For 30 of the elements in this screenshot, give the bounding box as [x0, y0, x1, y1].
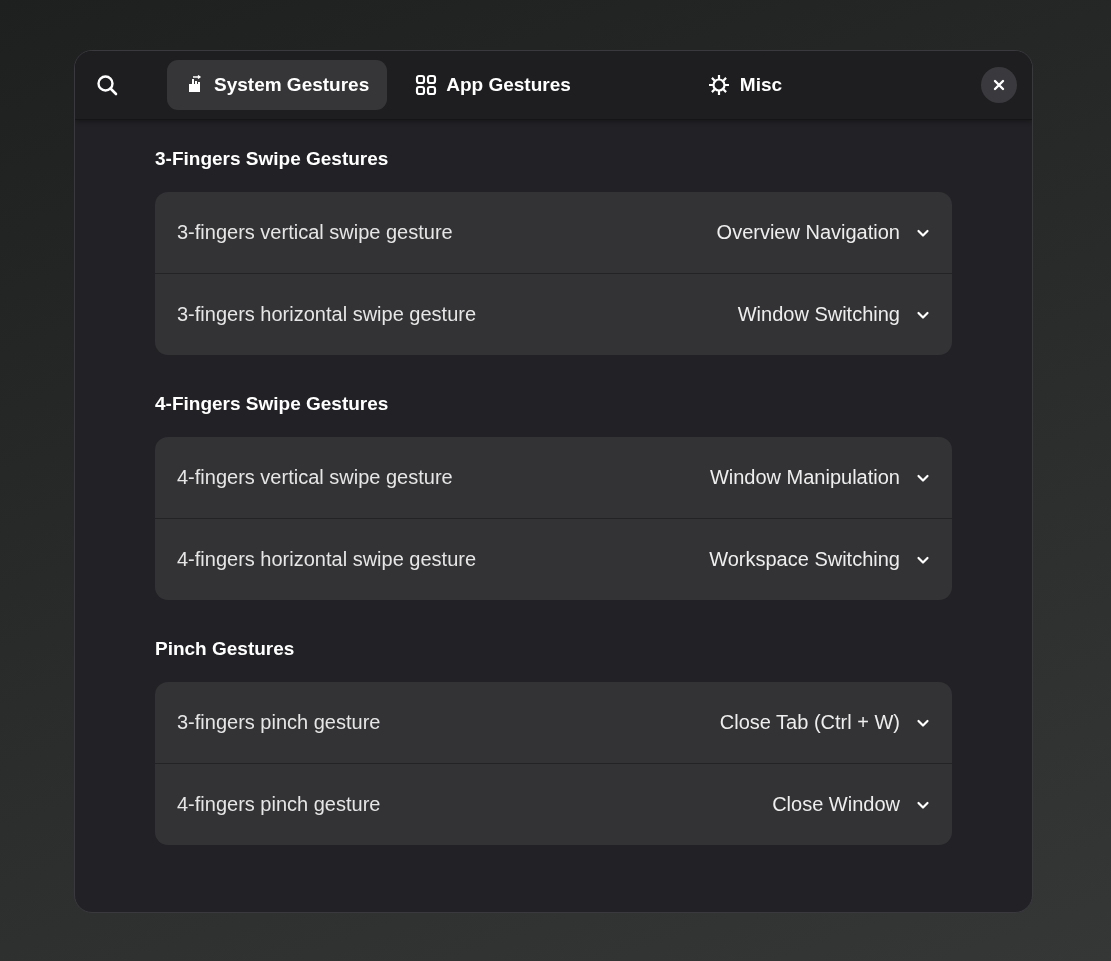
- section-title: 4-Fingers Swipe Gestures: [155, 393, 390, 416]
- search-icon: [95, 73, 119, 97]
- tab[interactable]: App Gestures: [397, 60, 589, 110]
- row-label: 4-fingers horizontal swipe gesture: [177, 548, 477, 571]
- row-label: 3-fingers pinch gesture: [177, 711, 381, 734]
- tab[interactable]: Misc: [688, 60, 801, 110]
- grid-icon: [415, 74, 438, 96]
- row-label: 3-fingers horizontal swipe gesture: [177, 303, 477, 326]
- close-button[interactable]: [981, 67, 1017, 103]
- row-label: 4-fingers pinch gesture: [177, 793, 381, 816]
- tab[interactable]: System Gestures: [167, 60, 388, 110]
- dropdown[interactable]: Close Tab (Ctrl + W): [719, 711, 930, 734]
- search-button[interactable]: [95, 73, 119, 97]
- settings-row[interactable]: 4-fingers vertical swipe gesture Window Manipulation: [155, 437, 952, 518]
- settings-icon: [706, 73, 731, 97]
- settings-row[interactable]: 4-fingers horizontal swipe gesture Workspace Switching: [155, 518, 952, 600]
- settings-row[interactable]: 4-fingers pinch gesture Close Window: [155, 763, 952, 845]
- close-icon: [992, 78, 1006, 92]
- dropdown[interactable]: Overview Navigation: [716, 221, 930, 244]
- row-label: 3-fingers vertical swipe gesture: [177, 221, 453, 244]
- dropdown[interactable]: Close Window: [772, 793, 930, 816]
- dropdown[interactable]: Window Manipulation: [709, 466, 930, 489]
- section-title: Pinch Gestures: [155, 638, 296, 661]
- settings-row[interactable]: 3-fingers pinch gesture Close Tab (Ctrl + W): [155, 682, 952, 763]
- dropdown[interactable]: Window Switching: [737, 303, 930, 326]
- section-title: 3-Fingers Swipe Gestures: [155, 148, 390, 171]
- settings-row[interactable]: 3-fingers horizontal swipe gesture Window Switching: [155, 273, 952, 355]
- settings-row[interactable]: 3-fingers vertical swipe gesture Overview Navigation: [155, 192, 952, 273]
- row-label: 4-fingers vertical swipe gesture: [177, 466, 453, 489]
- dropdown[interactable]: Workspace Switching: [709, 548, 930, 571]
